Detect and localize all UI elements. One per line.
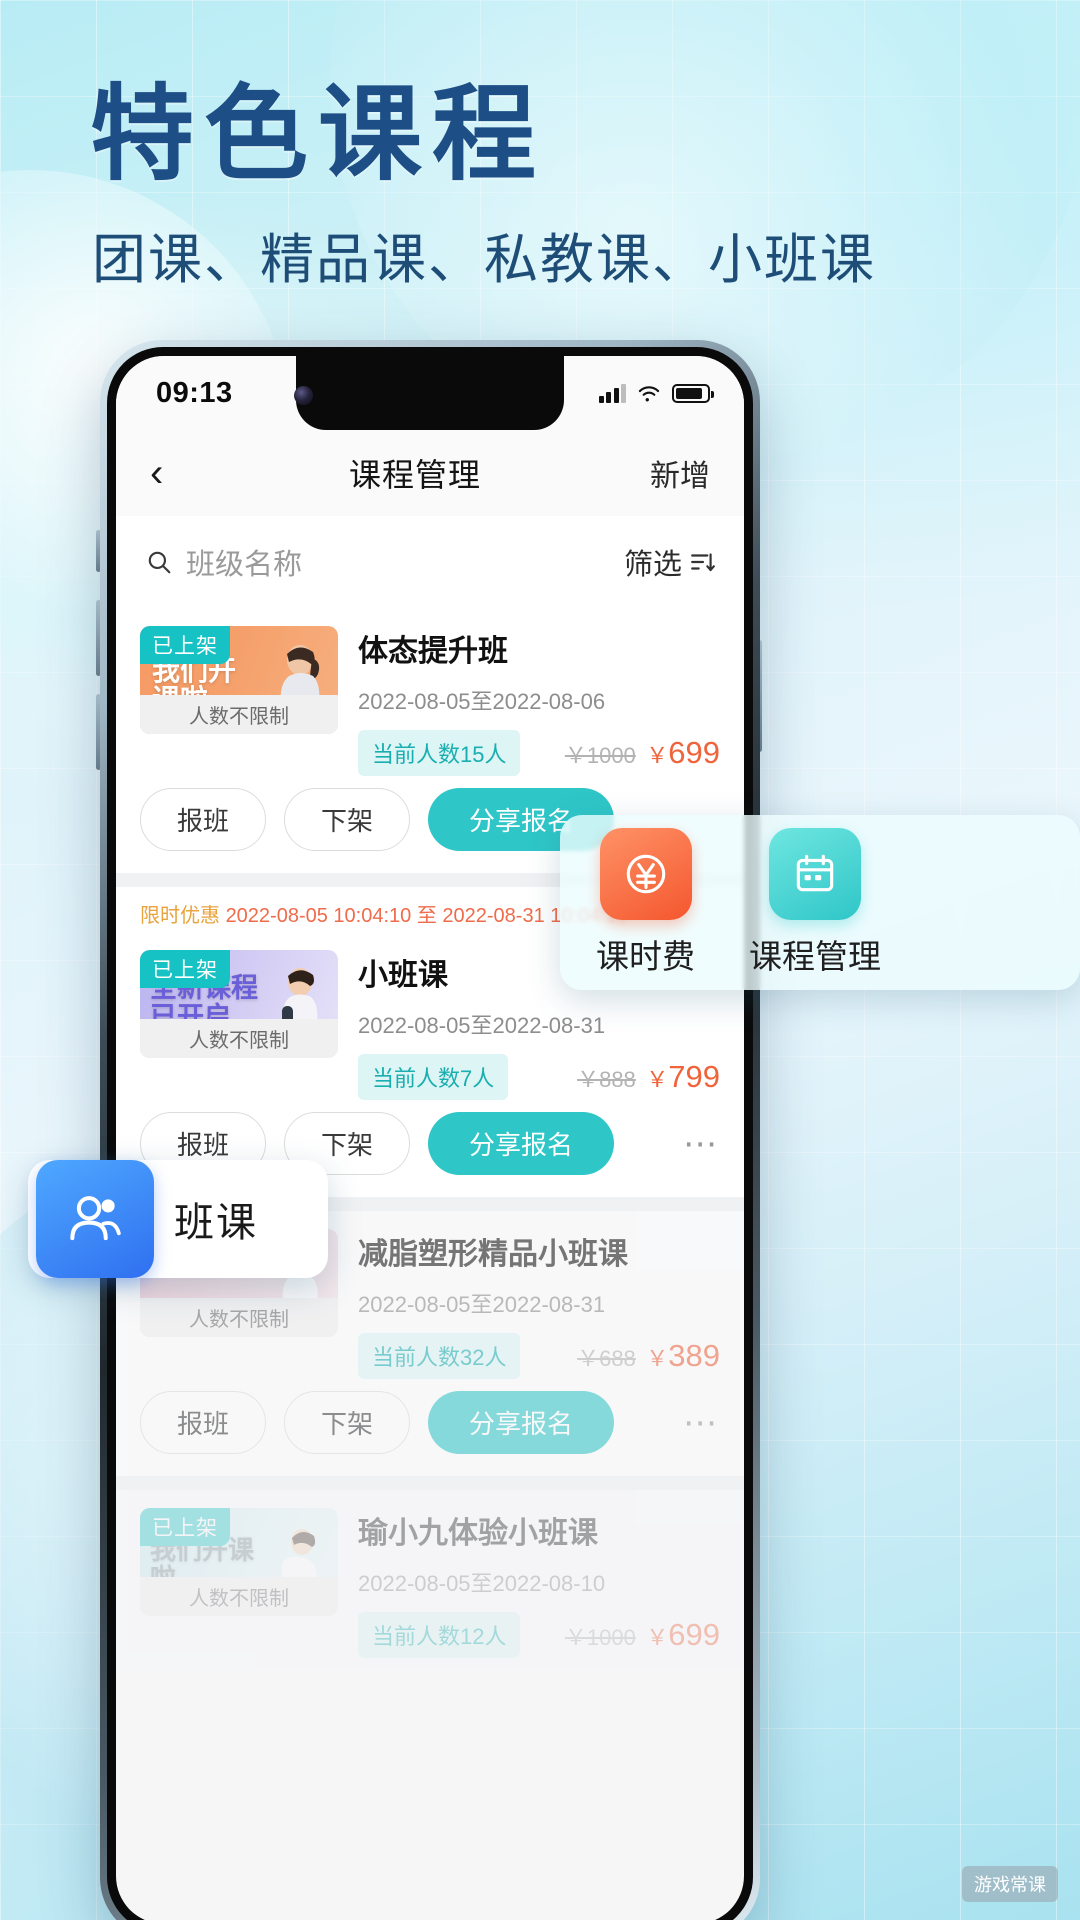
course-date-range: 2022-08-05至2022-08-31 [358,1292,606,1317]
feature-icons-overlay: 课时费 课程管理 [560,815,1080,990]
course-price: ￥888 ￥799 [577,1059,720,1095]
course-card-main: 我们开课啦 已上架 人数不限制 体态提升班 2022-08-05至2022-08… [116,608,744,788]
classes-overlay-label: 班课 [174,1201,258,1245]
course-actions: 报班 下架 分享报名 ⋯ [116,1391,744,1476]
enrolled-count-badge: 当前人数15人 [358,730,521,776]
back-button[interactable]: ‹ [150,453,210,493]
status-time: 09:13 [156,376,233,409]
share-enroll-button[interactable]: 分享报名 [428,1391,614,1454]
enrolled-count-badge: 当前人数12人 [358,1612,521,1658]
course-info: 瑜小九体验小班课 2022-08-05至2022-08-10 当前人数12人 ￥… [358,1508,720,1658]
thumbnail-caption: 人数不限制 [140,1298,338,1337]
more-dots-icon[interactable]: ⋯ [683,1406,720,1440]
promo-title: 特色课程 [90,77,547,193]
filter-sort-icon [691,553,715,572]
status-badge: 已上架 [140,626,230,664]
enroll-button[interactable]: 报班 [140,1391,266,1454]
search-input[interactable]: 班级名称 [146,541,606,583]
classes-overlay-card[interactable]: 班课 [28,1160,328,1278]
course-thumbnail: 我们开课啦 已上架 人数不限制 [140,626,338,734]
filter-button[interactable]: 筛选 [624,541,716,583]
nav-bar: ‹ 课程管理 新增 [116,430,744,516]
add-course-button[interactable]: 新增 [620,451,710,495]
course-thumbnail: 全新课程已开启 已上架 人数不限制 [140,950,338,1058]
feature-label: 课程管理 [749,937,881,975]
course-list: 我们开课啦 已上架 人数不限制 体态提升班 2022-08-05至2022-08… [116,608,744,1670]
current-price-value: 389 [668,1338,720,1373]
search-placeholder: 班级名称 [186,549,303,581]
original-price: ￥888 [577,1067,636,1092]
promo-background: 特色课程 团课、精品课、私教课、小班课 09:13 ‹ 课程管理 新增 班级名称… [0,0,1080,1920]
cellular-bars-icon [598,383,626,403]
course-info: 体态提升班 2022-08-05至2022-08-06 当前人数15人 ￥100… [358,626,720,776]
search-row: 班级名称 筛选 [116,516,744,608]
feature-label: 课时费 [596,937,695,975]
promo-subtitle: 团课、精品课、私教课、小班课 [92,230,876,290]
status-badge: 已上架 [140,950,230,988]
search-icon [148,551,171,574]
current-price-value: 699 [668,735,720,770]
current-price: ￥799 [646,1059,720,1094]
calendar-course-icon [769,827,861,920]
enrolled-count-badge: 当前人数32人 [358,1333,521,1379]
course-title: 瑜小九体验小班课 [358,1517,598,1550]
yen-fee-icon [599,827,692,920]
users-group-icon [36,1160,154,1278]
course-meta-row: 当前人数32人 ￥688 ￥389 [358,1333,720,1379]
current-price-value: 699 [668,1617,720,1652]
feature-item-course-mgmt[interactable]: 课程管理 [749,827,881,978]
feature-item-lesson-fee[interactable]: 课时费 [596,827,695,978]
course-meta-row: 当前人数7人 ￥888 ￥799 [358,1054,720,1100]
phone-screen: 09:13 ‹ 课程管理 新增 班级名称 筛选 我们开 已上架 人数不限制 体态… [116,356,744,1920]
course-meta-row: 当前人数12人 ￥1000 ￥699 [358,1612,720,1658]
course-price: ￥1000 ￥699 [565,735,720,771]
course-card[interactable]: 我们开课啦 已上架 人数不限制 瑜小九体验小班课 2022-08-05至2022… [116,1490,744,1670]
course-info: 减脂塑形精品小班课 2022-08-05至2022-08-31 当前人数32人 … [358,1229,720,1379]
original-price: ￥1000 [564,743,636,768]
current-price-value: 799 [668,1059,720,1094]
course-meta-row: 当前人数15人 ￥1000 ￥699 [358,730,720,776]
watermark: 游戏常课 [962,1866,1058,1902]
course-title: 减脂塑形精品小班课 [358,1238,628,1271]
enrolled-count-badge: 当前人数7人 [358,1054,509,1100]
original-price: ￥688 [577,1346,636,1371]
course-card-main: 我们开课啦 已上架 人数不限制 瑜小九体验小班课 2022-08-05至2022… [116,1490,744,1670]
front-camera-icon [294,386,313,405]
thumbnail-caption: 人数不限制 [140,1019,338,1058]
current-price: ￥699 [646,1617,720,1652]
unlist-button[interactable]: 下架 [284,1391,410,1454]
page-title: 课程管理 [348,457,481,493]
course-date-range: 2022-08-05至2022-08-06 [358,689,606,714]
thumbnail-caption: 人数不限制 [140,1577,338,1616]
thumbnail-caption: 人数不限制 [140,695,338,734]
course-title: 体态提升班 [358,635,508,668]
battery-icon [672,383,714,403]
status-icons [598,383,714,403]
limited-offer-label: 限时优惠 [140,905,220,927]
phone-mockup: 09:13 ‹ 课程管理 新增 班级名称 筛选 我们开 已上架 人数不限制 体态… [100,340,760,1920]
course-date-range: 2022-08-05至2022-08-31 [358,1013,606,1038]
filter-label: 筛选 [623,549,682,581]
share-enroll-button[interactable]: 分享报名 [428,1112,614,1175]
status-badge: 已上架 [140,1508,230,1546]
unlist-button[interactable]: 下架 [284,788,410,851]
course-thumbnail: 我们开课啦 已上架 人数不限制 [140,1508,338,1616]
course-price: ￥688 ￥389 [577,1338,720,1374]
original-price: ￥1000 [564,1625,636,1650]
course-price: ￥1000 ￥699 [565,1617,720,1653]
phone-bezel: 09:13 ‹ 课程管理 新增 班级名称 筛选 我们开 已上架 人数不限制 体态… [107,347,753,1920]
more-dots-icon[interactable]: ⋯ [683,1127,720,1161]
enroll-button[interactable]: 报班 [140,788,266,851]
current-price: ￥699 [646,735,720,770]
phone-notch [296,356,564,430]
wifi-icon [638,386,660,402]
current-price: ￥389 [646,1338,720,1373]
course-date-range: 2022-08-05至2022-08-10 [358,1571,606,1596]
